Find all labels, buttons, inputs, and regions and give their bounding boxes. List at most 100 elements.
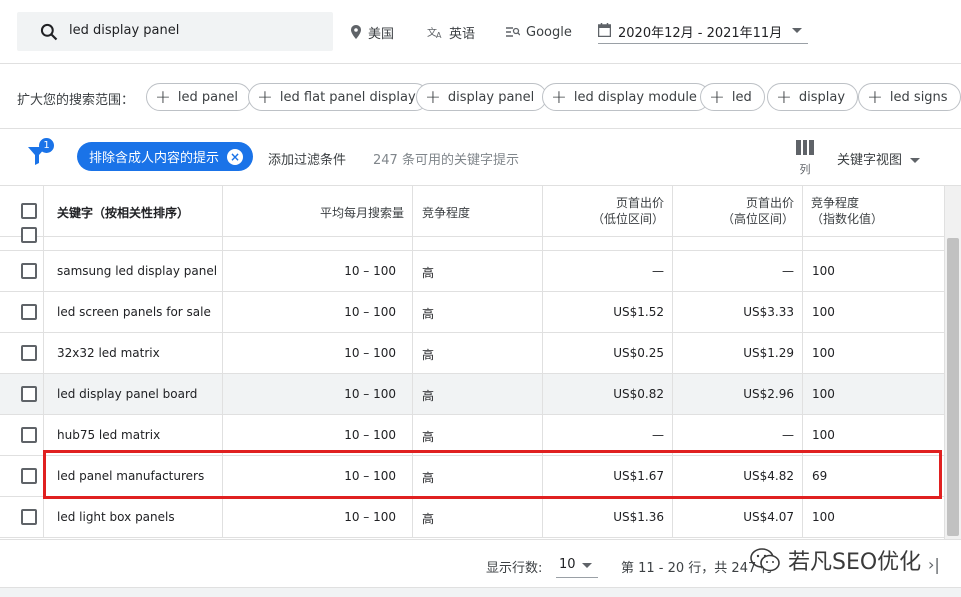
language-filter[interactable]: 文A 英语 — [427, 22, 475, 42]
suggest-chip-label: display — [798, 89, 846, 105]
competition-cell: 高 — [422, 430, 435, 444]
watermark-text: 若凡SEO优化 — [788, 550, 922, 575]
plus-icon: + — [776, 85, 792, 108]
header-competition-index[interactable]: 竞争程度 （指数化值） — [811, 195, 883, 227]
last-page-icon[interactable]: ›| — [928, 555, 940, 574]
competition-index-cell: 100 — [812, 346, 835, 360]
row-checkbox[interactable] — [21, 304, 37, 320]
keyword-cell: led display panel board — [57, 387, 198, 401]
suggest-chip-label: led signs — [889, 89, 948, 105]
columns-label: 列 — [799, 163, 811, 176]
bid-low-cell: — — [652, 264, 664, 278]
chevron-down-icon — [792, 28, 802, 33]
location-label: 美国 — [368, 26, 395, 42]
volume-cell: 10 – 100 — [344, 305, 396, 319]
row-checkbox[interactable] — [21, 345, 37, 361]
plus-icon: + — [257, 85, 273, 108]
bid-low-cell: US$1.36 — [613, 510, 664, 524]
calendar-icon — [598, 23, 611, 37]
keyword-cell: samsung led display panel — [57, 264, 218, 278]
rows-per-page-value: 10 — [559, 557, 576, 572]
search-input[interactable]: led display panel — [17, 12, 333, 51]
date-range-label: 2020年12月 - 2021年11月 — [618, 26, 783, 41]
volume-cell: 10 – 100 — [344, 387, 396, 401]
translate-icon: 文A — [427, 26, 442, 39]
suggest-chip[interactable]: + led panel — [146, 83, 251, 111]
location-pin-icon — [351, 25, 361, 39]
competition-index-cell: 100 — [812, 387, 835, 401]
suggest-chip-label: led panel — [177, 89, 238, 105]
header-volume[interactable]: 平均每月搜索量 — [320, 204, 404, 221]
table-row[interactable]: led light box panels 10 – 100 高 US$1.36 US$4… — [0, 497, 944, 538]
network-filter[interactable]: Google — [506, 22, 572, 42]
keyword-count: 247 条可用的关键字提示 — [373, 153, 519, 168]
chevron-down-icon — [582, 563, 592, 568]
location-filter[interactable]: 美国 — [350, 22, 394, 42]
table-row[interactable]: led screen panels for sale 10 – 100 高 US$1.… — [0, 292, 944, 333]
suggest-chip[interactable]: + led — [700, 83, 765, 111]
chevron-down-icon — [910, 158, 921, 163]
row-checkbox[interactable] — [21, 468, 37, 484]
bid-high-cell: — — [782, 264, 794, 278]
search-icon — [40, 23, 58, 41]
suggest-chip-label: led — [731, 89, 752, 105]
columns-button[interactable]: 列 — [795, 140, 815, 177]
expand-label: 扩大您的搜索范围： — [17, 93, 135, 108]
competition-cell: 高 — [422, 512, 435, 526]
keyword-cell: led screen panels for sale — [57, 305, 211, 319]
adult-content-filter-chip[interactable]: 排除含成人内容的提示 × — [77, 142, 254, 171]
competition-index-cell: 100 — [812, 428, 835, 442]
header-keyword[interactable]: 关键字（按相关性排序） — [57, 204, 189, 221]
volume-cell: 10 – 100 — [344, 346, 396, 360]
competition-index-cell: 100 — [812, 510, 835, 524]
bid-low-cell: US$0.25 — [613, 346, 664, 360]
header-competition[interactable]: 竞争程度 — [422, 204, 470, 221]
row-checkbox[interactable] — [21, 263, 37, 279]
suggest-chip-label: display panel — [447, 89, 535, 105]
bid-high-cell: US$4.07 — [743, 510, 794, 524]
filter-row: 1 排除含成人内容的提示 × 添加过滤条件 247 条可用的关键字提示 列 关键… — [0, 129, 961, 186]
keyword-cell: 32x32 led matrix — [57, 346, 160, 360]
bid-high-cell: — — [782, 428, 794, 442]
table-row[interactable]: samsung led display panel 10 – 100 高 — — 100 — [0, 251, 944, 292]
view-select-label: 关键字视图 — [837, 153, 903, 168]
competition-index-cell: 100 — [812, 305, 835, 319]
rows-per-page-select[interactable]: 10 — [556, 552, 598, 578]
highlight-annotation-box — [43, 450, 942, 499]
columns-icon — [796, 140, 815, 155]
suggest-chip[interactable]: + led display module — [542, 83, 710, 111]
expand-search-row: 扩大您的搜索范围： + led panel + led flat panel dis… — [0, 64, 961, 129]
table-row[interactable]: led display panel board 10 – 100 高 US$0.82 U… — [0, 374, 944, 415]
search-value: led display panel — [69, 23, 180, 38]
wechat-icon — [750, 548, 780, 572]
svg-text:A: A — [436, 31, 442, 39]
scrollbar-thumb[interactable] — [947, 238, 959, 536]
competition-cell: 高 — [422, 348, 435, 362]
header-bid-low[interactable]: 页首出价 （低位区间） — [592, 195, 664, 227]
filter-count-badge: 1 — [39, 138, 54, 153]
add-filter-button[interactable]: 添加过滤条件 — [268, 149, 346, 168]
select-all-checkbox[interactable] — [21, 203, 37, 219]
watermark: 若凡SEO优化 — [750, 540, 921, 580]
table-scrollbar[interactable] — [944, 186, 961, 539]
plus-icon: + — [425, 85, 441, 108]
plus-icon: + — [155, 85, 171, 108]
table-row[interactable]: 32x32 led matrix 10 – 100 高 US$0.25 US$1.29 1… — [0, 333, 944, 374]
suggest-chip-label: led flat panel display — [279, 89, 416, 105]
row-checkbox[interactable] — [21, 427, 37, 443]
row-checkbox[interactable] — [21, 386, 37, 402]
keyword-view-select[interactable]: 关键字视图 — [837, 149, 921, 168]
suggest-chip[interactable]: + led signs — [858, 83, 961, 111]
suggest-chip[interactable]: + led flat panel display — [248, 83, 429, 111]
competition-cell: 高 — [422, 266, 435, 280]
header-bid-high[interactable]: 页首出价 （高位区间） — [722, 195, 794, 227]
row-checkbox[interactable] — [21, 227, 37, 243]
suggest-chip[interactable]: + display panel — [416, 83, 548, 111]
close-icon[interactable]: × — [227, 148, 244, 165]
date-range-select[interactable]: 2020年12月 - 2021年11月 — [598, 18, 808, 44]
bid-low-cell: — — [652, 428, 664, 442]
row-checkbox[interactable] — [21, 509, 37, 525]
suggest-chip[interactable]: + display — [767, 83, 859, 111]
competition-cell: 高 — [422, 307, 435, 321]
keyword-cell: led light box panels — [57, 510, 175, 524]
